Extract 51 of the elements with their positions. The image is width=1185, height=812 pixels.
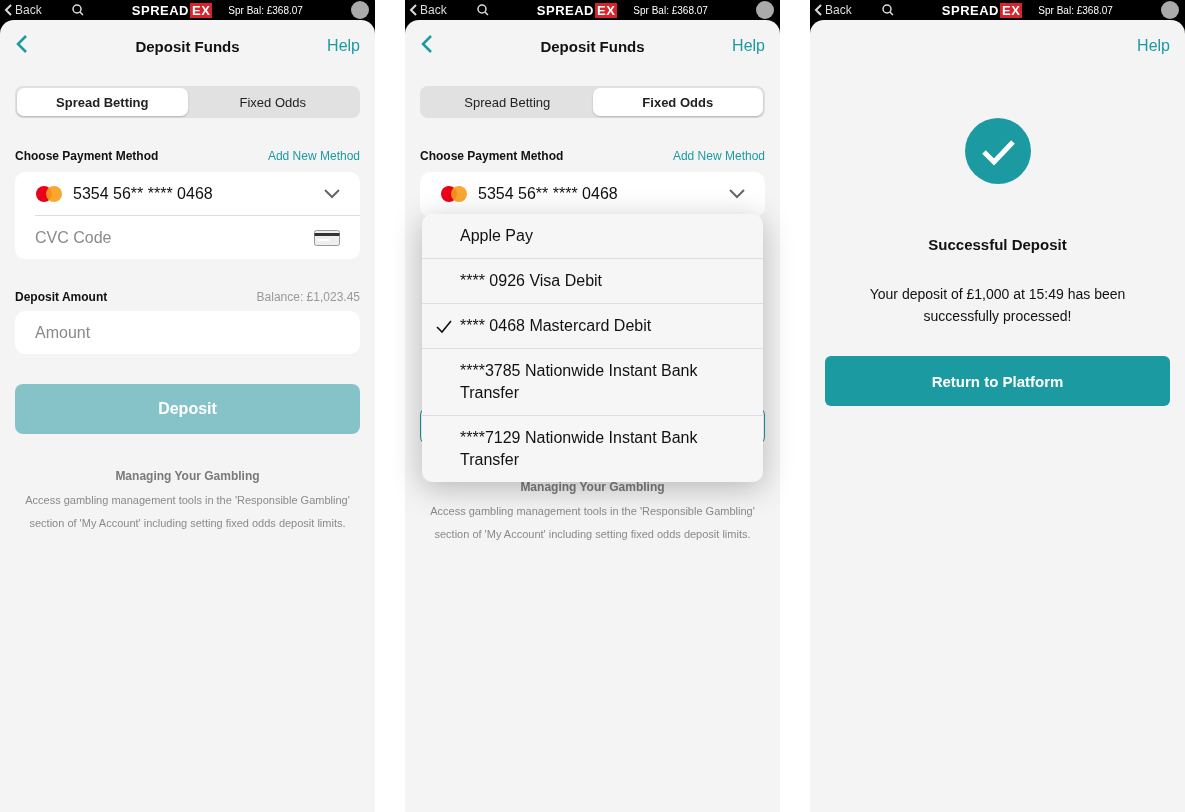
tab[interactable]: Spread Betting [17, 88, 188, 116]
brand-logo: SPREAD EX [941, 2, 1023, 18]
amount-input[interactable]: Amount [35, 323, 340, 342]
brand-logo: SPREAD EX [131, 2, 213, 18]
screen-title: Deposit Funds [134, 37, 241, 55]
dropdown-option[interactable]: **** 0926 Visa Debit [422, 258, 763, 303]
brand-logo: SPREAD EX [536, 2, 618, 18]
card-number: 5354 56** **** 0468 [478, 184, 618, 203]
spread-balance: Spr Bal: £368.07 [1038, 4, 1113, 16]
section-label: Deposit Amount [15, 290, 108, 304]
back-chevron-icon[interactable] [409, 4, 417, 16]
chevron-down-icon[interactable] [324, 188, 340, 199]
search-icon[interactable] [476, 4, 489, 16]
success-title: Successful Deposit [928, 236, 1067, 253]
card-logo-icon [35, 184, 63, 203]
back-link[interactable]: Back [814, 3, 852, 17]
dropdown-option[interactable]: ****3785 Nationwide Instant Bank Transfer [422, 348, 763, 415]
dropdown-option[interactable]: Apple Pay [422, 214, 763, 258]
section-label: Choose Payment Method [15, 149, 159, 163]
back-chevron-icon[interactable] [814, 4, 822, 16]
back-link[interactable]: Back [409, 3, 447, 17]
back-chevron-icon[interactable] [4, 4, 12, 16]
card-number: 5354 56** **** 0468 [73, 184, 213, 203]
tab[interactable]: Fixed Odds [592, 88, 763, 116]
cvc-field[interactable]: CVC Code [35, 228, 304, 247]
chevron-down-icon[interactable] [729, 188, 745, 199]
avatar-icon[interactable] [756, 1, 774, 19]
success-check-icon [964, 118, 1031, 184]
card-logo-icon [440, 184, 468, 203]
back-link[interactable]: Back [4, 3, 42, 17]
tab[interactable]: Fixed Odds [187, 88, 358, 116]
dropdown-option[interactable]: **** 0468 Mastercard Debit [422, 303, 763, 348]
info-title: Managing Your Gambling [519, 480, 666, 494]
avatar-icon[interactable] [1161, 1, 1179, 19]
spread-balance: Spr Bal: £368.07 [633, 4, 708, 16]
checkmark-icon [436, 320, 452, 334]
success-message: Your deposit of £1,000 at 15:49 has been successfully processed! [868, 285, 1127, 326]
screen-title: Deposit Funds [539, 37, 646, 55]
spread-balance: Spr Bal: £368.07 [228, 4, 303, 16]
balance-text: Balance: £1,023.45 [256, 290, 360, 304]
search-icon[interactable] [71, 4, 84, 16]
info-title: Managing Your Gambling [114, 469, 261, 483]
info-text: Access gambling management tools in the 'Responsible Gambling' section of 'My Account' including setting fixed odds deposit limits. [24, 493, 351, 531]
section-label: Choose Payment Method [420, 149, 564, 163]
tab[interactable]: Spread Betting [422, 88, 593, 116]
search-icon[interactable] [881, 4, 894, 16]
avatar-icon[interactable] [351, 1, 369, 19]
card-icon [314, 229, 340, 246]
dropdown-option[interactable]: ****7129 Nationwide Instant Bank Transfer [422, 415, 763, 482]
amount-field[interactable]: Amount [15, 311, 360, 354]
info-text: Access gambling management tools in the 'Responsible Gambling' section of 'My Account' including setting fixed odds deposit limits. [429, 504, 756, 542]
